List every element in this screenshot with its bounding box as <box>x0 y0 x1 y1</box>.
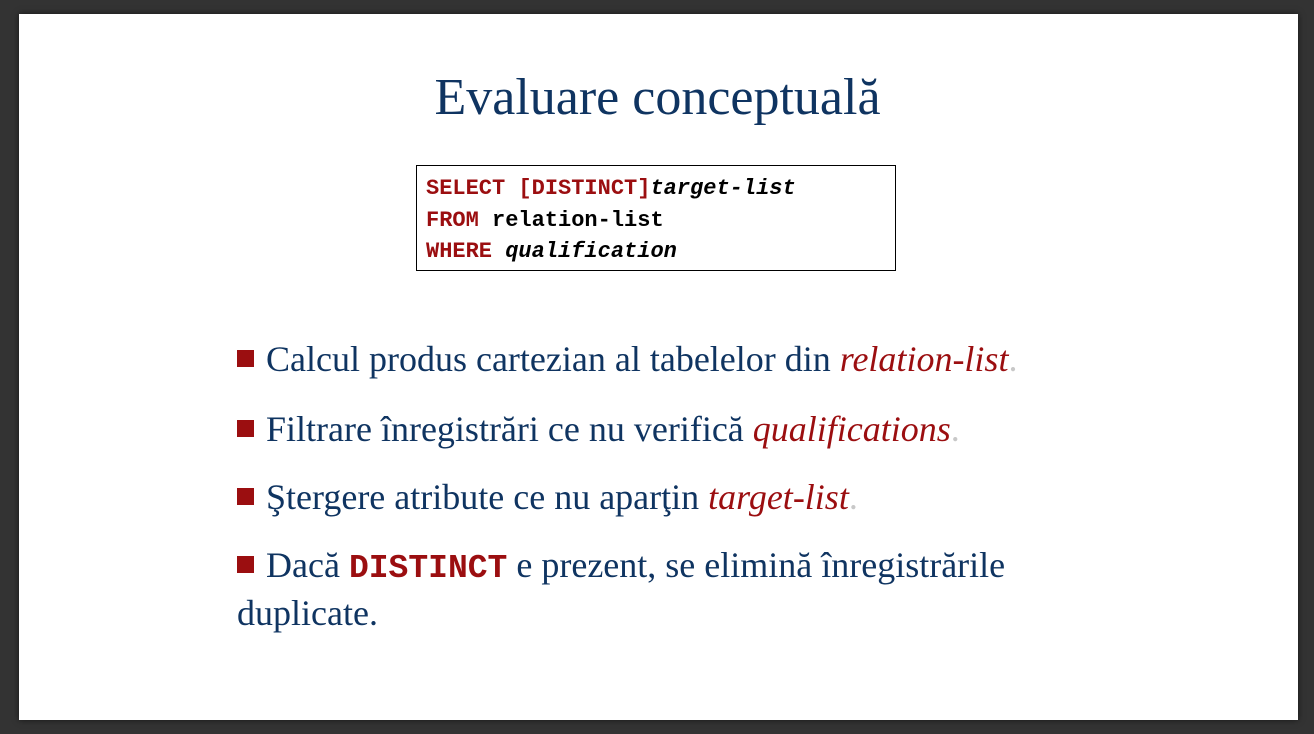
bullet-period: . <box>848 477 858 517</box>
bullet-text: Ştergere atribute ce nu aparţin <box>266 477 709 517</box>
bullet-square-icon <box>237 488 254 505</box>
keyword-from: FROM <box>426 207 479 233</box>
slide-title: Evaluare conceptuală <box>434 69 881 126</box>
code-line-from: FROM relation-list <box>426 205 895 237</box>
list-item: Ştergere atribute ce nu aparţin target-l… <box>237 475 858 519</box>
bullet-square-icon <box>237 556 254 573</box>
sql-code-box: SELECT [DISTINCT]target-list FROM relati… <box>416 165 896 271</box>
qualification-term: qualification <box>505 239 677 264</box>
bullet-emphasis: qualifications <box>752 409 951 449</box>
bullet-period: . <box>1008 339 1018 379</box>
list-item: Filtrare înregistrări ce nu verifică qua… <box>237 407 960 451</box>
code-line-select: SELECT [DISTINCT]target-list <box>426 173 895 205</box>
bullet-text: Filtrare înregistrări ce nu verifică <box>266 409 753 449</box>
target-list-term: target-list <box>650 176 796 201</box>
list-item: Calcul produs cartezian al tabelelor din… <box>237 337 1017 381</box>
list-item: Dacă DISTINCT e prezent, se elimină înre… <box>237 543 1137 635</box>
bullet-emphasis: relation-list <box>839 339 1009 379</box>
keyword-where: WHERE <box>426 239 493 264</box>
keyword-distinct: [DISTINCT] <box>518 176 651 201</box>
bullet-square-icon <box>237 350 254 367</box>
code-line-where: WHERE qualification <box>426 236 895 268</box>
slide: Evaluare conceptuală SELECT [DISTINCT]ta… <box>19 14 1298 720</box>
bullet-period: . <box>950 409 960 449</box>
bullet-text: Calcul produs cartezian al tabelelor din <box>266 339 840 379</box>
distinct-keyword: DISTINCT <box>348 550 508 587</box>
keyword-select: SELECT <box>426 176 506 201</box>
bullet-text: Dacă <box>266 545 349 585</box>
bullet-square-icon <box>237 420 254 437</box>
bullet-emphasis: target-list <box>708 477 849 517</box>
relation-list-term: relation-list <box>492 207 664 233</box>
